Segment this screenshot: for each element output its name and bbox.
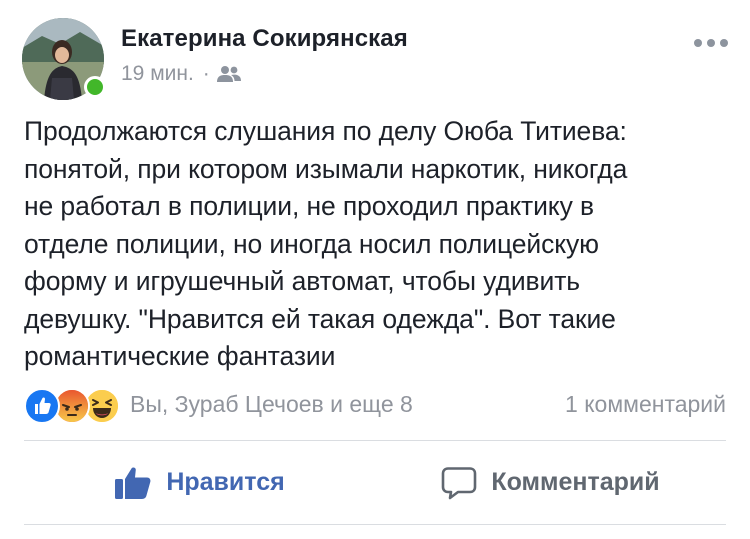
divider bbox=[24, 524, 726, 525]
thumbs-up-icon bbox=[114, 466, 152, 500]
comments-count[interactable]: 1 комментарий bbox=[565, 391, 726, 418]
online-status-dot bbox=[84, 76, 106, 98]
comment-icon bbox=[441, 466, 477, 500]
more-dot bbox=[720, 39, 728, 47]
reactors-summary[interactable]: Вы, Зураб Цечоев и еще 8 bbox=[130, 391, 413, 418]
friends-icon[interactable] bbox=[216, 64, 242, 84]
like-button[interactable]: Нравится bbox=[24, 441, 375, 524]
like-reaction-icon[interactable] bbox=[24, 388, 60, 424]
facebook-post: Екатерина Сокирянская 19 мин. · Продолжа… bbox=[0, 0, 750, 539]
comment-label: Комментарий bbox=[491, 468, 660, 496]
more-dot bbox=[707, 39, 715, 47]
post-text: Продолжаются слушания по делу Оюба Титие… bbox=[24, 116, 628, 371]
like-label: Нравится bbox=[166, 468, 285, 496]
meta-separator: · bbox=[202, 62, 210, 85]
post-meta: 19 мин. · bbox=[121, 62, 242, 86]
reaction-icons[interactable] bbox=[24, 386, 122, 424]
post-timestamp[interactable]: 19 мин. bbox=[121, 62, 194, 86]
author-name[interactable]: Екатерина Сокирянская bbox=[121, 25, 408, 53]
author-avatar[interactable] bbox=[22, 18, 106, 100]
more-dot bbox=[694, 39, 702, 47]
more-icon[interactable] bbox=[694, 37, 728, 49]
comment-button[interactable]: Комментарий bbox=[375, 441, 726, 524]
post-actions: Нравится Комментарий bbox=[24, 441, 726, 524]
reactions-bar: Вы, Зураб Цечоев и еще 8 1 комментарий bbox=[24, 386, 726, 424]
